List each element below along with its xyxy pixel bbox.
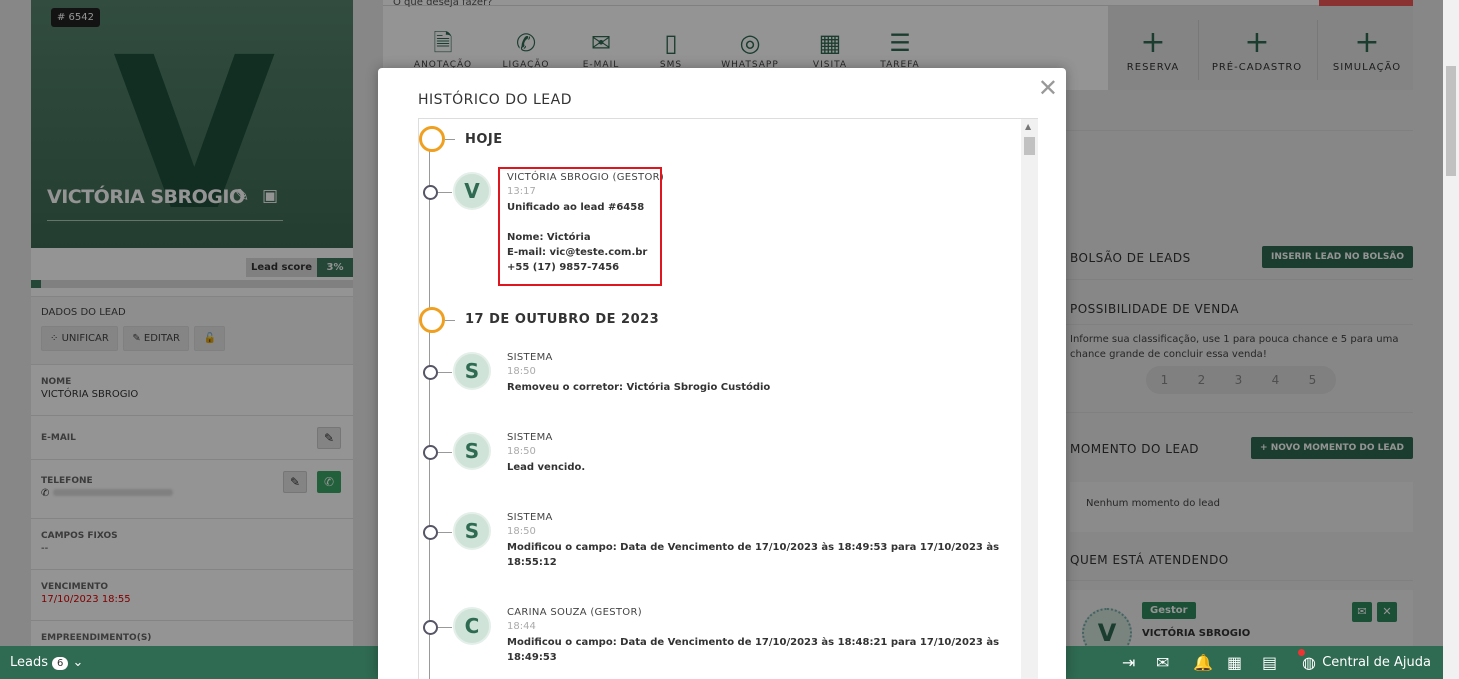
- highlight-box: [498, 167, 662, 286]
- timeline-tick: [438, 627, 452, 628]
- calculator-icon[interactable]: ▤: [1262, 653, 1277, 672]
- page-scrollbar[interactable]: [1443, 0, 1459, 679]
- timeline-tick: [438, 532, 452, 533]
- timeline-tick: [438, 452, 452, 453]
- modal-title: HISTÓRICO DO LEAD: [418, 92, 572, 108]
- event-author: SISTEMA: [507, 432, 553, 443]
- timeline-line: [429, 133, 430, 679]
- calendar-icon[interactable]: ▦: [1227, 653, 1242, 672]
- close-icon[interactable]: ✕: [1038, 74, 1058, 102]
- event-time: 18:50: [507, 526, 536, 537]
- chat-help-icon[interactable]: ◍: [1302, 653, 1316, 672]
- timeline-event: CARINA SOUZA (GESTOR) 18:44 Modificou o …: [507, 607, 1019, 665]
- event-marker: [423, 365, 438, 380]
- event-text: Modificou o campo: Data de Vencimento de…: [507, 542, 1000, 568]
- event-marker: [423, 620, 438, 635]
- timeline-tick: [445, 139, 455, 140]
- timeline-tick: [438, 372, 452, 373]
- avatar: C: [453, 607, 491, 645]
- leads-menu[interactable]: Leads 6 ⌄: [10, 655, 83, 670]
- leads-count: 6: [52, 657, 69, 670]
- timeline-event: SISTEMA 18:50 Removeu o corretor: Victór…: [507, 352, 1019, 395]
- timeline-event: SISTEMA 18:50 Lead vencido.: [507, 432, 1019, 475]
- bell-icon[interactable]: 🔔: [1193, 653, 1213, 672]
- chevron-down-icon: ⌄: [72, 655, 84, 670]
- timeline-tick: [438, 192, 452, 193]
- avatar: S: [453, 512, 491, 550]
- event-text: Modificou o campo: Data de Vencimento de…: [507, 637, 1000, 663]
- avatar: V: [453, 172, 491, 210]
- avatar: S: [453, 352, 491, 390]
- timeline-scrollbar[interactable]: ▲: [1021, 119, 1038, 679]
- event-text: Removeu o corretor: Victória Sbrogio Cus…: [507, 382, 771, 393]
- day-label: HOJE: [465, 132, 503, 147]
- event-author: SISTEMA: [507, 512, 553, 523]
- history-modal: HISTÓRICO DO LEAD ✕ HOJE V VICTÓRIA SBRO…: [378, 68, 1066, 679]
- mail-star-icon[interactable]: ✉: [1156, 653, 1169, 672]
- event-time: 18:50: [507, 366, 536, 377]
- avatar: S: [453, 432, 491, 470]
- leads-label: Leads: [10, 655, 49, 670]
- timeline-tick: [445, 320, 455, 321]
- event-text: Lead vencido.: [507, 462, 586, 473]
- day-marker: [419, 126, 445, 152]
- event-time: 18:50: [507, 446, 536, 457]
- event-marker: [423, 185, 438, 200]
- event-time: 18:44: [507, 621, 536, 632]
- event-author: SISTEMA: [507, 352, 553, 363]
- scroll-up-icon[interactable]: ▲: [1025, 122, 1031, 131]
- event-marker: [423, 525, 438, 540]
- day-marker: [419, 307, 445, 333]
- timeline: HOJE V VICTÓRIA SBROGIO (GESTOR) 13:17 U…: [418, 118, 1038, 679]
- day-label: 17 DE OUTUBRO DE 2023: [465, 312, 660, 327]
- help-center-link[interactable]: Central de Ajuda: [1322, 655, 1431, 670]
- event-marker: [423, 445, 438, 460]
- event-author: CARINA SOUZA (GESTOR): [507, 607, 642, 618]
- timeline-event: SISTEMA 18:50 Modificou o campo: Data de…: [507, 512, 1019, 570]
- scroll-thumb[interactable]: [1024, 137, 1035, 155]
- scroll-thumb[interactable]: [1446, 66, 1456, 176]
- collapse-right-icon[interactable]: ⇥: [1122, 653, 1135, 672]
